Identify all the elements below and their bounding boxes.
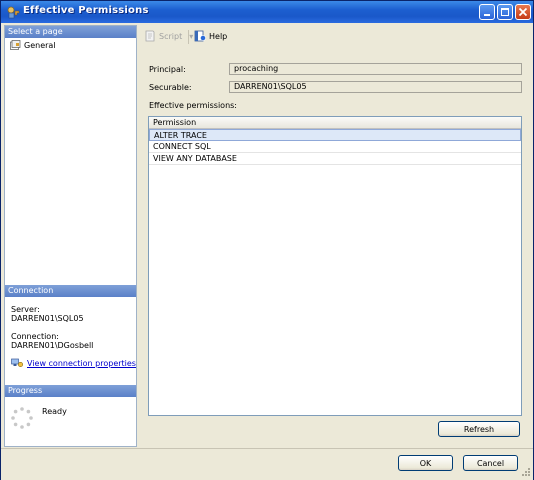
principal-field[interactable]: procaching <box>229 63 522 75</box>
page-item-label: General <box>24 40 56 50</box>
table-row[interactable]: CONNECT SQL <box>149 141 521 153</box>
help-label: Help <box>209 31 228 41</box>
script-dropdown-icon[interactable]: ▾ <box>189 32 193 41</box>
securable-field[interactable]: DARREN01\SQL05 <box>229 81 522 93</box>
view-connection-properties[interactable]: View connection properties <box>11 358 136 368</box>
refresh-button[interactable]: Refresh <box>438 421 520 437</box>
script-label: Script <box>159 31 183 41</box>
securable-label: Securable: <box>149 83 192 92</box>
ok-button[interactable]: OK <box>398 455 453 471</box>
window-title: Effective Permissions <box>23 5 149 16</box>
permissions-icon <box>7 6 20 19</box>
effective-permissions-label: Effective permissions: <box>149 101 237 110</box>
maximize-icon <box>501 8 509 16</box>
connection-label: Connection: <box>11 332 59 341</box>
page-item-general[interactable]: General <box>10 39 56 51</box>
connection-header: Connection <box>5 285 136 297</box>
minimize-icon <box>484 14 490 16</box>
permission-column-header[interactable]: Permission <box>149 117 521 129</box>
script-icon <box>145 30 155 42</box>
script-button[interactable]: Script ▾ <box>144 30 193 42</box>
resize-grip-icon[interactable] <box>520 466 531 477</box>
dialog-footer: OK Cancel <box>1 448 533 480</box>
connection-value: DARREN01\DGosbell <box>11 341 94 350</box>
close-icon <box>518 7 528 17</box>
minimize-button[interactable] <box>479 4 495 20</box>
progress-status: Ready <box>42 407 67 416</box>
connection-properties-icon <box>11 358 23 367</box>
left-pane: Select a page General Connection Server:… <box>4 25 137 447</box>
permissions-grid[interactable]: Permission ALTER TRACE CONNECT SQL VIEW … <box>148 116 522 416</box>
principal-label: Principal: <box>149 65 186 74</box>
toolbar: Script ▾ Help <box>138 25 530 49</box>
help-icon <box>194 30 206 42</box>
table-row[interactable]: ALTER TRACE <box>149 129 521 141</box>
select-page-header: Select a page <box>5 26 136 38</box>
cancel-button[interactable]: Cancel <box>463 455 518 471</box>
help-button[interactable]: Help <box>194 30 227 42</box>
progress-header: Progress <box>5 385 136 397</box>
close-button[interactable] <box>515 4 531 20</box>
server-label: Server: <box>11 305 40 314</box>
main-pane: Script ▾ Help Principal: procaching Secu… <box>138 25 530 447</box>
general-page-icon <box>10 40 21 50</box>
view-connection-properties-link[interactable]: View connection properties <box>27 359 136 368</box>
maximize-button[interactable] <box>497 4 513 20</box>
title-bar[interactable]: Effective Permissions <box>1 1 533 23</box>
table-row[interactable]: VIEW ANY DATABASE <box>149 153 521 165</box>
dialog-window: Effective Permissions Select a page Gene… <box>0 0 534 480</box>
server-value: DARREN01\SQL05 <box>11 314 84 323</box>
toolbar-separator <box>188 30 189 44</box>
progress-spinner-icon <box>11 407 33 429</box>
